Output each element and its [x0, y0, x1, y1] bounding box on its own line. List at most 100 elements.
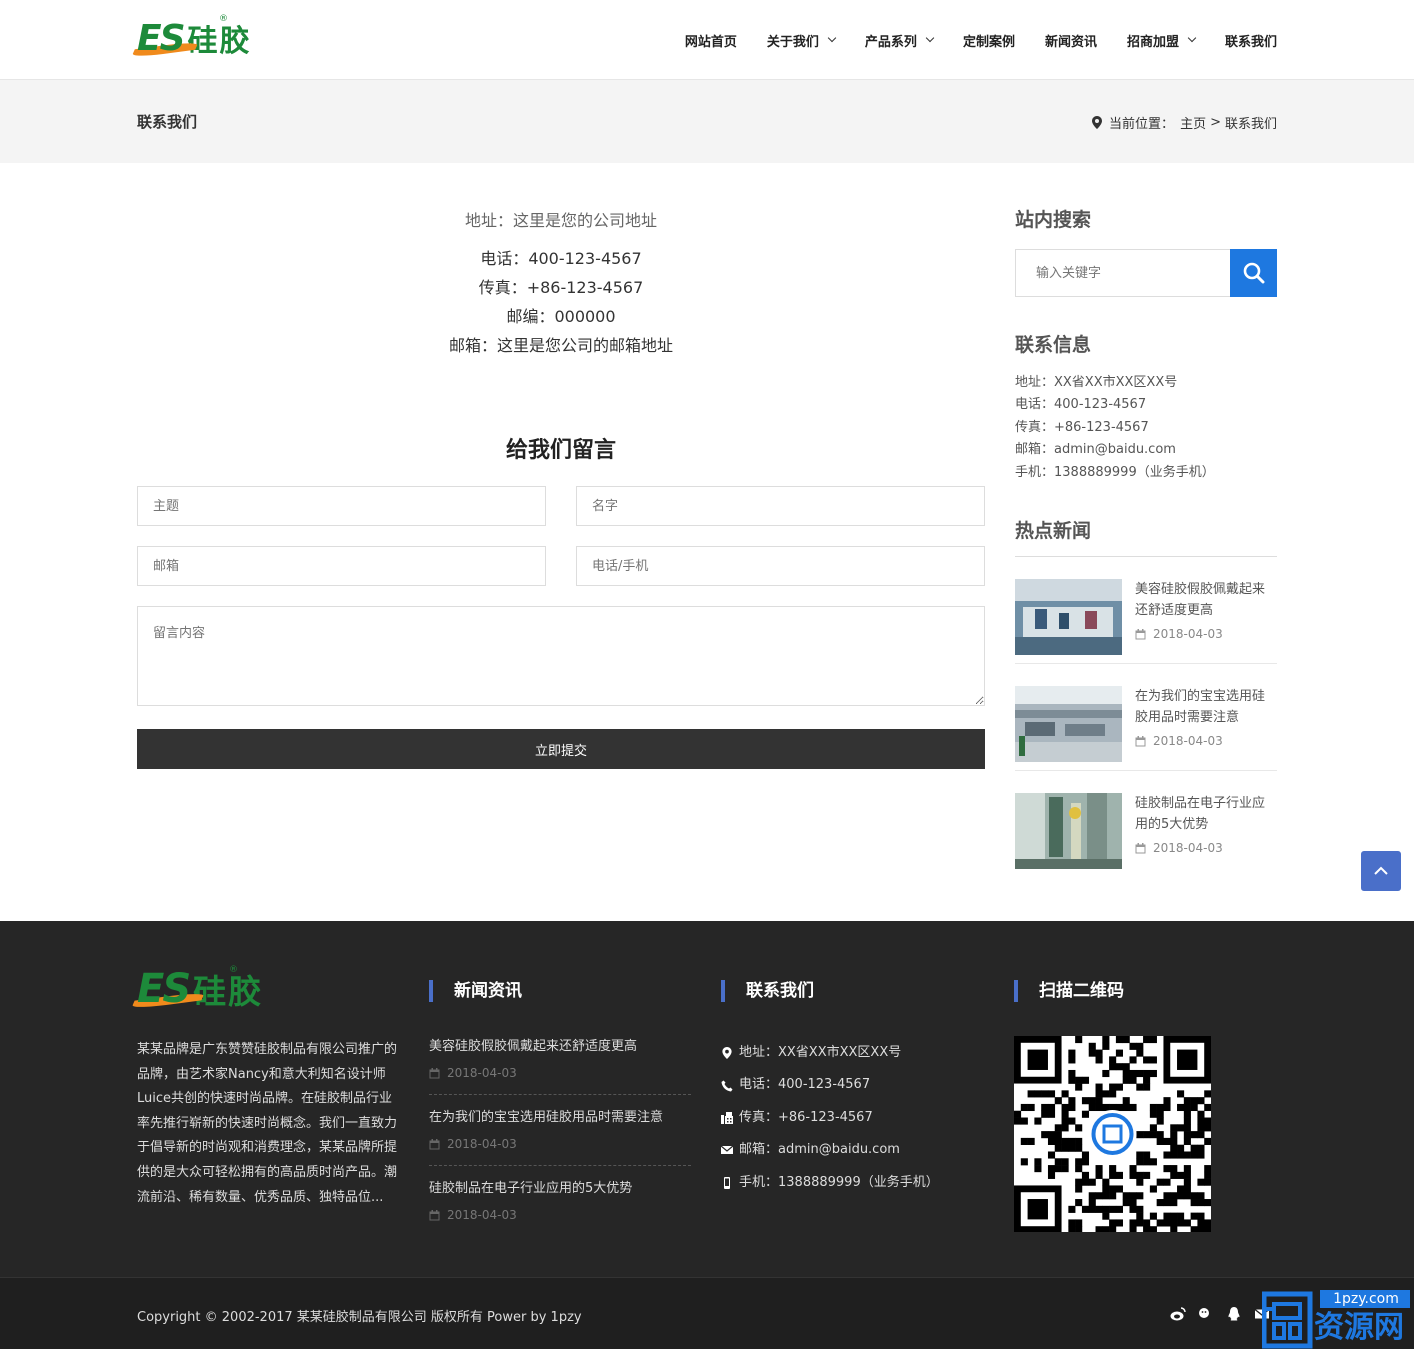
footer-qr: 扫描二维码: [1014, 980, 1212, 1234]
search-title: 站内搜索: [1015, 209, 1092, 231]
page-title: 联系我们: [137, 113, 198, 131]
footer-news: 新闻资讯 美容硅胶假胶佩戴起来还舒适度更高 2018-04-03 在为我们的宝宝…: [429, 980, 691, 1249]
map-pin-icon: [1092, 116, 1103, 129]
search-box: [1015, 249, 1277, 297]
footer-news-item[interactable]: 美容硅胶假胶佩戴起来还舒适度更高 2018-04-03: [429, 1037, 691, 1095]
contact-address: 地址：这里是您的公司地址: [464, 211, 657, 230]
watermark-logo: 1pzy.com 资源网: [1202, 1288, 1414, 1349]
footer-news-date: 2018-04-03: [447, 1137, 517, 1151]
footer-contact-address: 地址：XX省XX市XX区XX号: [721, 1037, 1001, 1069]
footer-news-date: 2018-04-03: [447, 1066, 517, 1080]
breadcrumb-separator: >: [1210, 115, 1221, 130]
footer-logo[interactable]: ES ® 硅胶: [130, 965, 263, 1013]
hot-news-item[interactable]: 在为我们的宝宝选用硅胶用品时需要注意 2018-04-03: [1015, 664, 1277, 772]
footer-description: 某某品牌是广东赞赞硅胶制品有限公司推广的品牌，由艺术家Nancy和意大利知名设计…: [137, 1042, 398, 1205]
footer-contact-fax: 传真：+86-123-4567: [721, 1102, 1001, 1134]
back-to-top-button[interactable]: [1361, 851, 1401, 891]
nav-item-cases[interactable]: 定制案例: [963, 31, 1015, 50]
message-textarea[interactable]: [137, 606, 985, 706]
breadcrumb-home-link[interactable]: 主页: [1180, 113, 1206, 132]
chevron-down-icon: [827, 33, 837, 43]
contact-info-list: 地址：XX省XX市XX区XX号 电话：400-123-4567 传真：+86-1…: [1015, 372, 1277, 484]
chevron-up-icon: [1374, 866, 1388, 875]
contact-column: 地址：这里是您的公司地址 电话：400-123-4567 传真：+86-123-…: [137, 163, 985, 769]
search-icon: [1243, 262, 1264, 284]
hot-news-date: 2018-04-03: [1153, 627, 1223, 642]
breadcrumb: 当前位置： 主页 > 联系我们: [1092, 113, 1277, 132]
news-thumbnail[interactable]: [1015, 686, 1122, 763]
watermark-domain: 1pzy.com: [1333, 1291, 1399, 1307]
copyright-text: Copyright © 2002-2017 某某硅胶制品有限公司 版权所有 Po…: [137, 1310, 582, 1325]
page-banner: 联系我们 当前位置： 主页 > 联系我们: [0, 80, 1414, 163]
nav-item-contact[interactable]: 联系我们: [1225, 31, 1277, 50]
info-phone: 电话：400-123-4567: [1015, 397, 1147, 413]
news-thumbnail[interactable]: [1015, 579, 1122, 656]
contact-info-title: 联系信息: [1015, 334, 1092, 356]
social-links: [1170, 1306, 1270, 1322]
breadcrumb-current: 联系我们: [1224, 117, 1277, 132]
footer-qr-title: 扫描二维码: [1014, 980, 1211, 1002]
search-button[interactable]: [1230, 249, 1277, 297]
search-input[interactable]: [1015, 249, 1230, 297]
chevron-down-icon: [1187, 33, 1197, 43]
message-form: 立即提交: [137, 486, 985, 769]
hot-news-list: 美容硅胶假胶佩戴起来还舒适度更高 2018-04-03 在为我们的宝宝选用硅胶用…: [1015, 556, 1277, 878]
footer-news-title: 新闻资讯: [429, 980, 691, 1002]
chevron-down-icon: [925, 33, 935, 43]
hot-news-title[interactable]: 美容硅胶假胶佩戴起来还舒适度更高: [1135, 579, 1277, 621]
qq-icon[interactable]: [1226, 1306, 1242, 1322]
logo-es-mark: ES: [130, 966, 206, 1012]
contact-email: 邮箱：这里是您公司的邮箱地址: [448, 336, 673, 355]
contact-zip: 邮编：000000: [506, 307, 616, 326]
footer-contact: 联系我们 地址：XX省XX市XX区XX号 电话：400-123-4567 传真：…: [721, 980, 1001, 1199]
name-input[interactable]: [576, 486, 985, 526]
breadcrumb-prefix: 当前位置：: [1109, 117, 1175, 132]
site-logo[interactable]: ES ® 硅胶: [130, 14, 252, 60]
fax-icon: [721, 1112, 733, 1125]
phone-icon: [721, 1080, 733, 1092]
email-input[interactable]: [137, 546, 546, 586]
nav-item-products[interactable]: 产品系列: [865, 31, 935, 50]
nav-item-home[interactable]: 网站首页: [685, 31, 737, 50]
news-thumbnail[interactable]: [1015, 793, 1122, 870]
nav-item-news[interactable]: 新闻资讯: [1045, 31, 1097, 50]
calendar-icon: [429, 1138, 440, 1149]
calendar-icon: [429, 1209, 440, 1220]
hot-news-title[interactable]: 在为我们的宝宝选用硅胶用品时需要注意: [1135, 686, 1277, 728]
footer-contact-title: 联系我们: [721, 980, 1001, 1002]
weibo-icon[interactable]: [1170, 1306, 1186, 1322]
logo-registered: ®: [229, 965, 238, 975]
subject-input[interactable]: [137, 486, 546, 526]
footer-contact-email: 邮箱：admin@baidu.com: [721, 1134, 1001, 1166]
hot-news-title[interactable]: 硅胶制品在电子行业应用的5大优势: [1135, 793, 1277, 835]
info-address: 地址：XX省XX市XX区XX号: [1015, 375, 1178, 390]
footer-contact-mobile: 手机：1388889999（业务手机）: [721, 1167, 1001, 1199]
submit-button[interactable]: 立即提交: [137, 729, 985, 769]
contact-fax: 传真：+86-123-4567: [478, 278, 644, 297]
nav-item-about[interactable]: 关于我们: [767, 31, 837, 50]
hot-news-item[interactable]: 硅胶制品在电子行业应用的5大优势 2018-04-03: [1015, 771, 1277, 878]
info-fax: 传真：+86-123-4567: [1015, 419, 1149, 435]
hot-news-date: 2018-04-03: [1153, 734, 1223, 749]
footer-news-link[interactable]: 硅胶制品在电子行业应用的5大优势: [429, 1179, 691, 1199]
hot-news-item[interactable]: 美容硅胶假胶佩戴起来还舒适度更高 2018-04-03: [1015, 557, 1277, 665]
main-nav: 网站首页 关于我们 产品系列 定制案例 新闻资讯 招商加盟 联系我们: [655, 0, 1277, 80]
map-pin-icon: [722, 1047, 732, 1060]
footer-news-link[interactable]: 在为我们的宝宝选用硅胶用品时需要注意: [429, 1108, 691, 1128]
calendar-icon: [429, 1067, 440, 1078]
footer-news-item[interactable]: 在为我们的宝宝选用硅胶用品时需要注意 2018-04-03: [429, 1108, 691, 1166]
mobile-icon: [724, 1176, 730, 1189]
watermark-name: 资源网: [1314, 1310, 1404, 1345]
site-header: ES ® 硅胶 网站首页 关于我们 产品系列 定制案例 新闻资讯 招商加盟 联系…: [0, 0, 1414, 80]
hot-news-title: 热点新闻: [1015, 520, 1092, 543]
footer-news-date: 2018-04-03: [447, 1208, 517, 1222]
message-form-title: 给我们留言: [505, 438, 616, 463]
footer-news-item[interactable]: 硅胶制品在电子行业应用的5大优势 2018-04-03: [429, 1179, 691, 1236]
qr-code-image: [1014, 1036, 1212, 1234]
main-content: 地址：这里是您的公司地址 电话：400-123-4567 传真：+86-123-…: [0, 163, 1414, 921]
phone-input[interactable]: [576, 546, 985, 586]
footer-news-link[interactable]: 美容硅胶假胶佩戴起来还舒适度更高: [429, 1037, 691, 1057]
wechat-icon[interactable]: [1198, 1306, 1214, 1322]
nav-item-franchise[interactable]: 招商加盟: [1127, 31, 1197, 50]
logo-es-mark: ES: [130, 18, 200, 59]
